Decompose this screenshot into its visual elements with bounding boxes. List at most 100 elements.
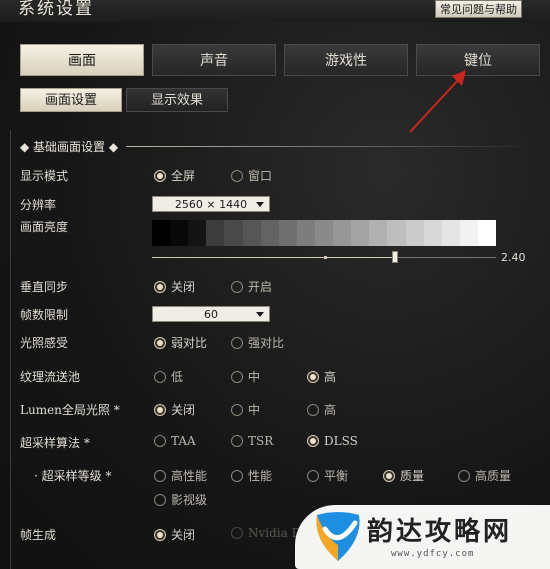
upscaler-label: 超采样算法 *	[20, 436, 90, 450]
brightness-swatch	[333, 220, 352, 246]
radio-icon	[154, 280, 166, 293]
frame-gen-off[interactable]: 关闭	[154, 526, 195, 543]
tab-audio[interactable]: 声音	[152, 44, 276, 76]
chevron-down-icon	[256, 312, 264, 317]
texture-pool-low[interactable]: 低	[154, 368, 183, 385]
brightness-value: 2.40	[501, 251, 526, 264]
vsync-label: 垂直同步	[20, 280, 69, 294]
tab-graphics[interactable]: 画面	[20, 44, 144, 76]
tab-keybinds[interactable]: 键位	[416, 44, 540, 76]
sub-tabs: 画面设置 显示效果	[20, 88, 228, 112]
tab-gameplay[interactable]: 游戏性	[284, 44, 408, 76]
lumen-high[interactable]: 高	[307, 401, 336, 418]
texture-pool-label: 纹理流送池	[20, 370, 81, 384]
window-title: 系统设置	[18, 0, 94, 19]
fps-limit-select[interactable]: 60	[152, 306, 270, 322]
brightness-slider-thumb[interactable]	[391, 251, 398, 263]
radio-icon	[231, 169, 243, 182]
radio-icon	[154, 169, 166, 182]
radio-icon	[307, 435, 319, 447]
radio-icon	[154, 370, 166, 383]
brightness-swatch	[387, 220, 406, 246]
radio-icon	[231, 403, 243, 416]
frame-gen-label: 帧生成	[20, 528, 57, 542]
diamond-icon: ◆	[20, 140, 34, 154]
main-tabs: 画面 声音 游戏性 键位	[20, 44, 540, 76]
radio-icon	[231, 469, 243, 482]
brightness-swatch	[423, 220, 442, 246]
vsync-on[interactable]: 开启	[231, 278, 272, 295]
section-heading: ◆ 基础画面设置 ◆	[20, 138, 118, 155]
upscale-level-cinematic[interactable]: 影视级	[154, 491, 207, 508]
lumen-label: Lumen全局光照 *	[20, 403, 120, 417]
fps-limit-value: 60	[204, 308, 218, 321]
radio-icon	[231, 336, 243, 349]
radio-icon	[154, 336, 166, 349]
brightness-calibration-strip	[152, 220, 497, 246]
radio-icon	[307, 469, 319, 482]
radio-icon	[154, 528, 166, 541]
resolution-label: 分辨率	[20, 198, 57, 212]
brightness-swatch	[405, 220, 424, 246]
upscale-level-balanced[interactable]: 平衡	[307, 467, 348, 484]
brightness-swatch	[369, 220, 388, 246]
radio-icon	[307, 403, 319, 416]
help-button[interactable]: 常见问题与帮助	[435, 0, 522, 18]
resolution-value: 2560 × 1440	[174, 198, 248, 211]
radio-icon	[154, 435, 166, 447]
upscale-level-high-quality[interactable]: 高质量	[458, 467, 511, 484]
brightness-swatch	[224, 220, 243, 246]
site-watermark: 韵达攻略网 www.ydfcy.com	[295, 505, 550, 569]
radio-icon	[154, 469, 166, 482]
upscaler-tsr[interactable]: TSR	[231, 434, 273, 448]
brightness-swatch	[278, 220, 297, 246]
radio-icon	[231, 435, 243, 447]
subtab-display-effects[interactable]: 显示效果	[126, 88, 228, 112]
radio-icon	[458, 469, 470, 482]
lumen-medium[interactable]: 中	[231, 401, 260, 418]
fps-limit-label: 帧数限制	[20, 308, 69, 322]
upscale-level-quality[interactable]: 质量	[383, 467, 424, 484]
brightness-swatch	[170, 220, 189, 246]
brightness-label: 画面亮度	[20, 220, 69, 234]
upscaler-taa[interactable]: TAA	[154, 434, 196, 448]
brightness-swatch	[260, 220, 279, 246]
diamond-icon: ◆	[105, 140, 119, 154]
title-bar: 系统设置 常见问题与帮助	[0, 0, 550, 22]
brightness-swatch	[206, 220, 225, 246]
texture-pool-high[interactable]: 高	[307, 368, 336, 385]
lighting-high-contrast[interactable]: 强对比	[231, 334, 284, 351]
watermark-brand: 韵达攻略网	[367, 517, 513, 547]
radio-icon	[231, 370, 243, 383]
radio-icon	[383, 469, 395, 482]
subtab-graphics-settings[interactable]: 画面设置	[20, 88, 122, 112]
upscale-level-high-performance[interactable]: 高性能	[154, 467, 207, 484]
slider-marker	[324, 256, 327, 259]
texture-pool-medium[interactable]: 中	[231, 368, 260, 385]
brightness-swatch	[441, 220, 460, 246]
upscale-level-performance[interactable]: 性能	[231, 467, 272, 484]
radio-icon	[231, 527, 243, 539]
watermark-logo-icon	[316, 512, 360, 561]
upscale-level-label: · 超采样等级 *	[34, 469, 112, 483]
brightness-swatch	[314, 220, 334, 246]
brightness-swatch	[296, 220, 315, 246]
watermark-url: www.ydfcy.com	[391, 549, 475, 559]
section-divider	[126, 146, 536, 147]
radio-icon	[231, 280, 243, 293]
brightness-swatch	[351, 220, 370, 246]
radio-icon	[154, 493, 166, 506]
display-mode-fullscreen[interactable]: 全屏	[154, 167, 195, 184]
brightness-swatch	[477, 220, 497, 246]
brightness-swatch	[188, 220, 207, 246]
chevron-down-icon	[256, 202, 264, 207]
lumen-off[interactable]: 关闭	[154, 401, 195, 418]
brightness-slider-fill	[152, 257, 395, 258]
resolution-select[interactable]: 2560 × 1440	[152, 196, 270, 212]
display-mode-label: 显示模式	[20, 169, 69, 183]
lighting-low-contrast[interactable]: 弱对比	[154, 334, 207, 351]
display-mode-window[interactable]: 窗口	[231, 167, 272, 184]
vsync-off[interactable]: 关闭	[154, 278, 195, 295]
upscaler-dlss[interactable]: DLSS	[307, 434, 358, 448]
section-title: 基础画面设置	[33, 140, 106, 154]
